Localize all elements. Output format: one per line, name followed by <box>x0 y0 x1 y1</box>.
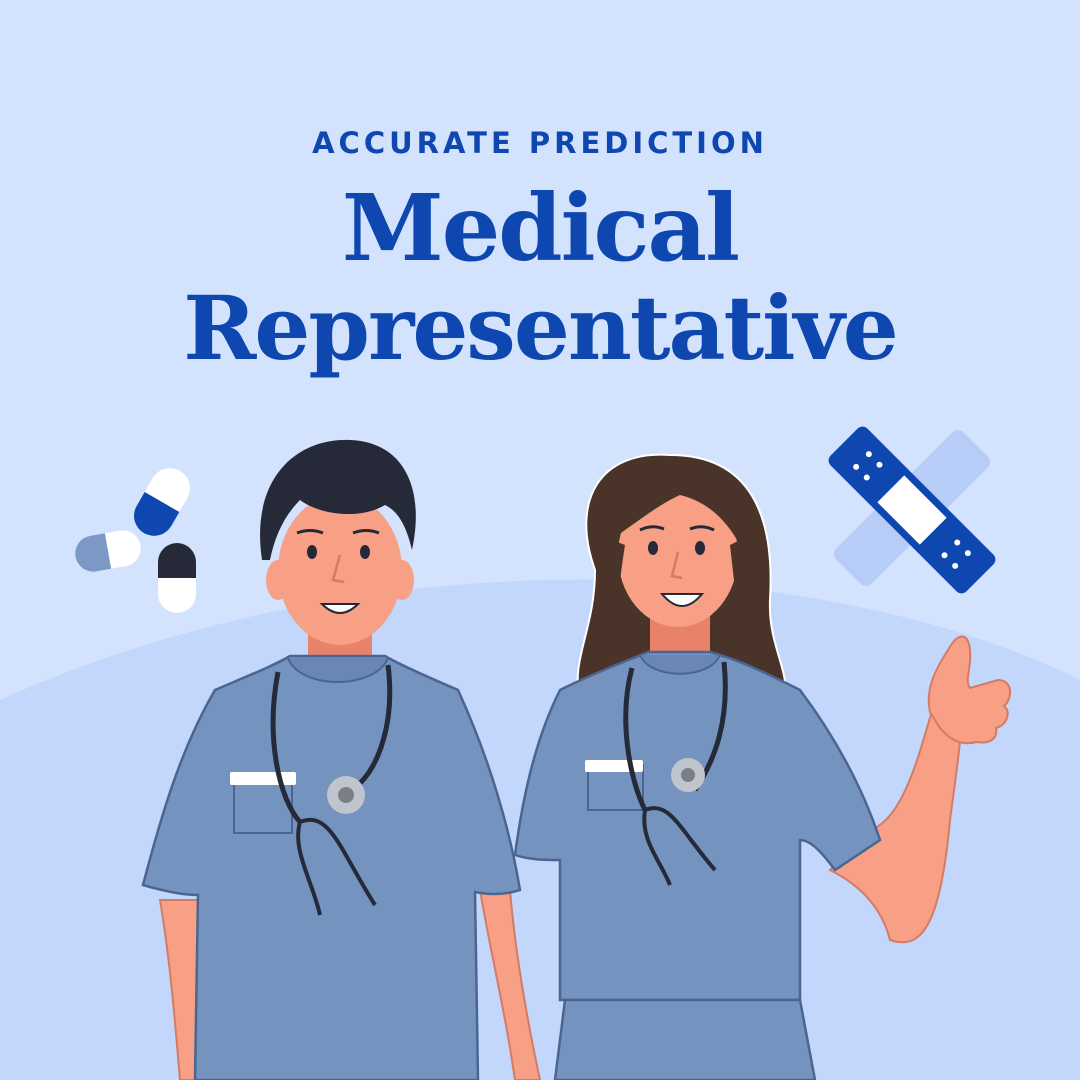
capsule-pills-icon <box>75 468 196 613</box>
eyebrow-heading: ACCURATE PREDICTION <box>312 126 768 160</box>
page-title-line-2: Representative <box>183 276 898 380</box>
adhesive-bandage-icon <box>828 426 996 594</box>
poster: ACCURATE PREDICTION Medical Representati… <box>0 0 1080 1080</box>
illustration <box>0 426 1080 1080</box>
page-title-line-1: Medical <box>341 174 740 282</box>
